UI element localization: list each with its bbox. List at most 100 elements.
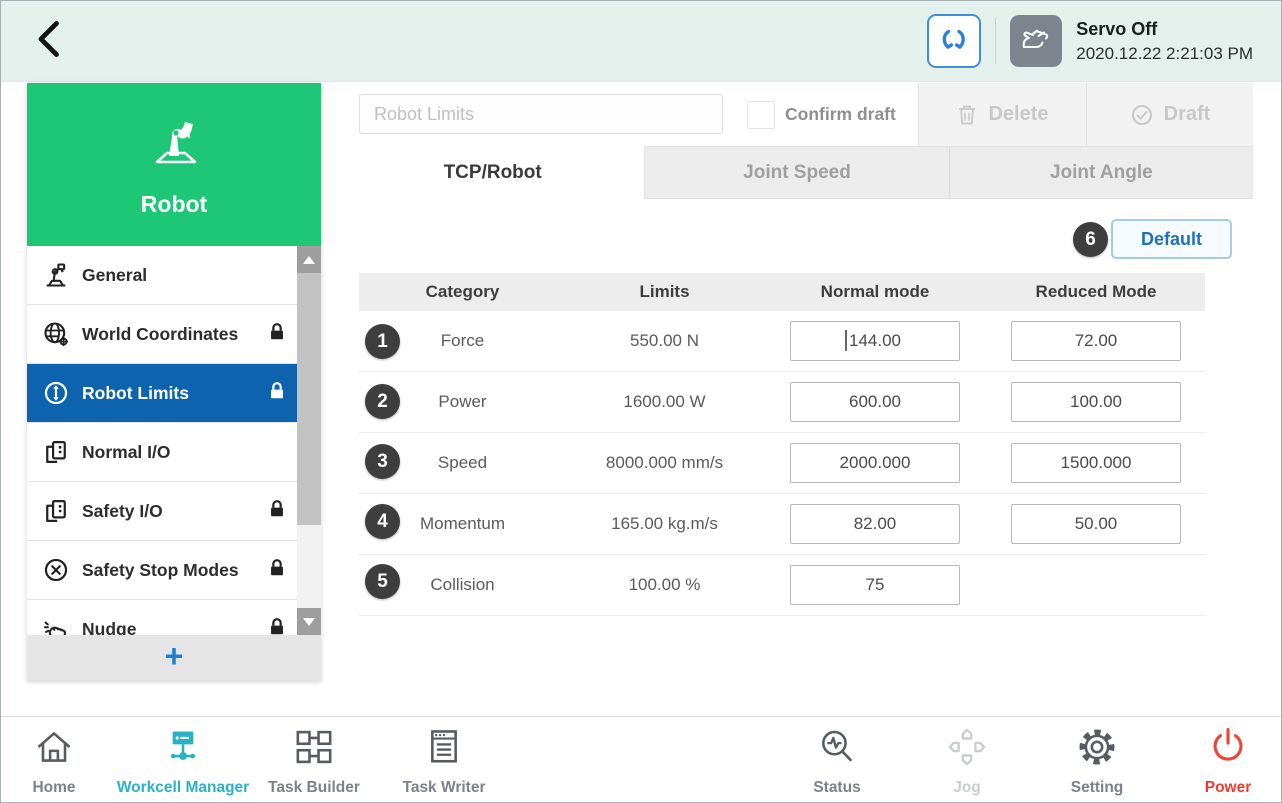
- editor-header: Confirm draft Delete Draft: [341, 83, 1253, 147]
- add-workcell-item-button[interactable]: +: [27, 635, 321, 681]
- app-screen: Servo Off 2020.12.22 2:21:03 PM Robot: [0, 0, 1282, 803]
- sidebar-title: Robot: [141, 191, 207, 218]
- status-icon: [815, 725, 859, 774]
- sidebar-header-robot[interactable]: Robot: [27, 83, 321, 246]
- jog-icon: [945, 725, 989, 774]
- scrollbar-thumb[interactable]: [297, 273, 321, 525]
- robot-arm-icon: [143, 112, 205, 179]
- sidebar: Robot General World Coordinates: [27, 83, 321, 681]
- nav-status[interactable]: Status: [762, 725, 912, 797]
- plus-icon: +: [165, 641, 184, 671]
- limit-cell: 100.00 %: [566, 575, 763, 595]
- io-icon: [42, 438, 76, 466]
- callout-5: 5: [365, 564, 400, 599]
- sidebar-item-label: Normal I/O: [82, 442, 171, 463]
- nav-label: Jog: [953, 779, 981, 797]
- limit-cell: 8000.000 mm/s: [566, 453, 763, 473]
- lock-icon: [266, 380, 288, 407]
- lock-icon: [266, 321, 288, 348]
- datetime: 2020.12.22 2:21:03 PM: [1076, 44, 1253, 64]
- back-button[interactable]: [29, 17, 73, 61]
- hand-guide-button[interactable]: [1010, 15, 1062, 67]
- sidebar-item-normal-io[interactable]: Normal I/O: [27, 423, 321, 482]
- reduced-mode-input[interactable]: [1012, 383, 1180, 421]
- draft-label: Draft: [1164, 103, 1211, 126]
- scroll-up-button[interactable]: [297, 246, 321, 273]
- sidebar-item-robot-limits[interactable]: Robot Limits: [27, 364, 321, 423]
- nav-setting[interactable]: Setting: [1022, 725, 1172, 797]
- trash-icon: [956, 103, 978, 127]
- sidebar-item-safety-io[interactable]: Safety I/O: [27, 482, 321, 541]
- draft-button[interactable]: Draft: [1086, 83, 1253, 146]
- table-row: Momentum 165.00 kg.m/s: [359, 494, 1205, 555]
- callout-3: 3: [365, 444, 400, 479]
- scroll-down-button[interactable]: [297, 608, 321, 635]
- reduced-mode-input[interactable]: [1012, 444, 1180, 482]
- nav-jog[interactable]: Jog: [892, 725, 1042, 797]
- robot-limits-icon: [42, 379, 76, 407]
- normal-mode-input[interactable]: [791, 444, 959, 482]
- task-writer-icon: [422, 725, 466, 774]
- reduced-mode-input[interactable]: [1012, 322, 1180, 360]
- sidebar-item-world-coordinates[interactable]: World Coordinates: [27, 305, 321, 364]
- tab-joint-angle[interactable]: Joint Angle: [949, 146, 1253, 199]
- sidebar-item-label: World Coordinates: [82, 324, 238, 345]
- table-row: Power 1600.00 W: [359, 372, 1205, 433]
- triangle-down-icon: [303, 618, 315, 626]
- check-circle-icon: [1130, 103, 1154, 127]
- servo-status: Servo Off: [1076, 19, 1253, 40]
- table-row: Force 550.00 N: [359, 311, 1205, 372]
- delete-button[interactable]: Delete: [918, 83, 1086, 146]
- power-icon: [1206, 725, 1250, 774]
- world-coordinates-icon: [42, 320, 76, 348]
- default-button[interactable]: Default: [1111, 219, 1232, 259]
- lock-icon: [266, 498, 288, 525]
- normal-mode-input[interactable]: [791, 566, 959, 604]
- column-header-limits: Limits: [566, 282, 763, 302]
- callout-2: 2: [365, 384, 400, 419]
- table-row: Collision 100.00 %: [359, 555, 1205, 616]
- table-row: Speed 8000.000 mm/s: [359, 433, 1205, 494]
- nav-label: Setting: [1071, 779, 1124, 797]
- sidebar-item-general[interactable]: General: [27, 246, 321, 305]
- nav-label: Status: [813, 779, 860, 797]
- limit-cell: 550.00 N: [566, 331, 763, 351]
- nav-workcell-manager[interactable]: Workcell Manager: [108, 725, 258, 797]
- confirm-draft-checkbox[interactable]: [747, 101, 775, 129]
- limits-table: Category Limits Normal mode Reduced Mode…: [359, 273, 1205, 616]
- delete-label: Delete: [988, 103, 1048, 126]
- sidebar-scrollbar[interactable]: [297, 246, 321, 635]
- callout-4: 4: [365, 504, 400, 539]
- reduced-mode-input[interactable]: [1012, 505, 1180, 543]
- limit-cell: 165.00 kg.m/s: [566, 514, 763, 534]
- io-icon: [42, 497, 76, 525]
- callout-6: 6: [1073, 222, 1108, 257]
- nav-label: Home: [32, 779, 75, 797]
- tab-bar: TCP/Robot Joint Speed Joint Angle: [341, 146, 1253, 199]
- bottom-nav: Home Workcell Manager Task Builder Task …: [1, 716, 1281, 803]
- gear-icon: [1075, 725, 1119, 774]
- item-name-input[interactable]: [359, 94, 723, 134]
- sidebar-list: General World Coordinates Robot Limits: [27, 246, 321, 681]
- normal-mode-input[interactable]: [791, 505, 959, 543]
- gripper-tool-button[interactable]: [927, 14, 981, 68]
- sidebar-item-label: Safety I/O: [82, 501, 163, 522]
- top-bar: Servo Off 2020.12.22 2:21:03 PM: [1, 1, 1281, 82]
- nav-task-writer[interactable]: Task Writer: [369, 725, 519, 797]
- normal-mode-input[interactable]: [791, 322, 959, 360]
- topbar-divider: [995, 18, 996, 64]
- column-header-normal-mode: Normal mode: [763, 282, 987, 302]
- text-cursor: [845, 330, 847, 351]
- normal-mode-input[interactable]: [791, 383, 959, 421]
- tab-joint-speed[interactable]: Joint Speed: [645, 146, 948, 199]
- home-icon: [32, 725, 76, 774]
- sidebar-item-label: Safety Stop Modes: [82, 560, 239, 581]
- sidebar-item-safety-stop-modes[interactable]: Safety Stop Modes: [27, 541, 321, 600]
- column-header-reduced-mode: Reduced Mode: [987, 282, 1205, 302]
- tab-tcp-robot[interactable]: TCP/Robot: [341, 146, 645, 199]
- triangle-up-icon: [303, 256, 315, 264]
- nav-task-builder[interactable]: Task Builder: [239, 725, 389, 797]
- confirm-draft-label: Confirm draft: [785, 104, 896, 125]
- nav-label: Task Builder: [268, 779, 360, 797]
- nav-power[interactable]: Power: [1153, 725, 1282, 797]
